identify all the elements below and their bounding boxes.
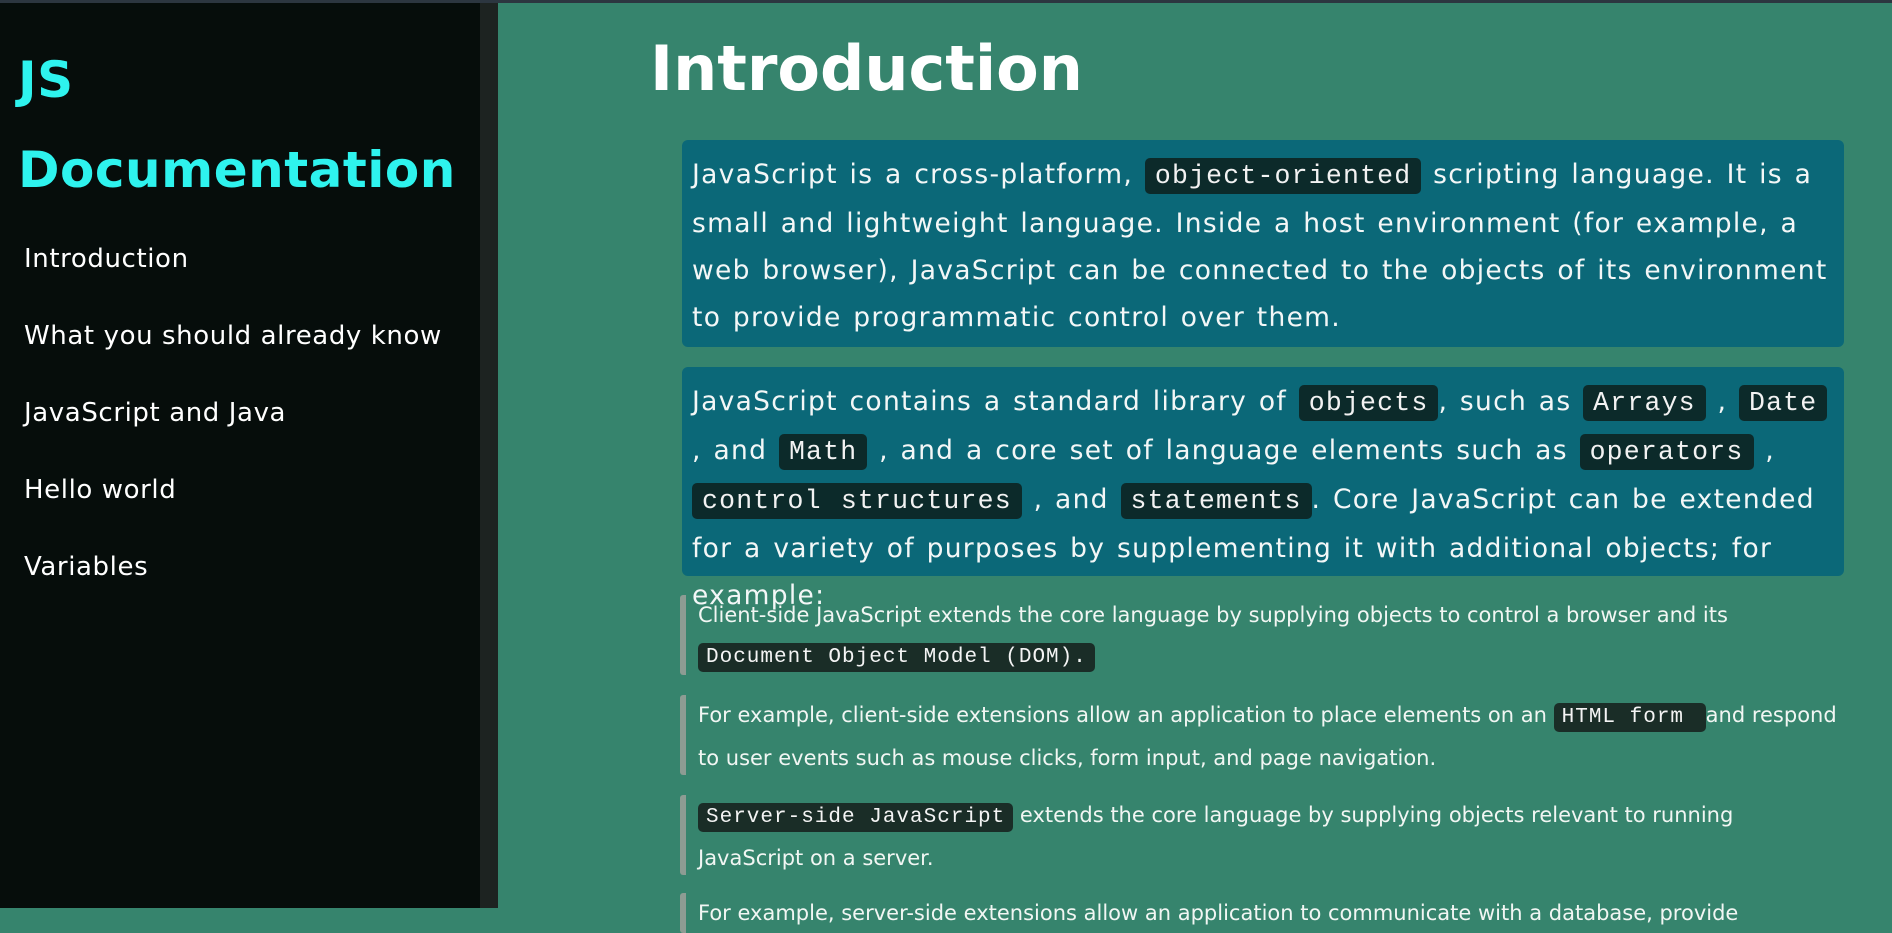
intro-paragraph-1: JavaScript is a cross-platform, object-o… xyxy=(682,140,1844,347)
text: For example, server-side extensions allo… xyxy=(698,901,1739,925)
text: , and xyxy=(692,435,779,466)
text: JavaScript is a cross-platform, xyxy=(692,159,1145,190)
text: , and a core set of language elements su… xyxy=(867,435,1580,466)
code-statements: statements xyxy=(1120,483,1312,519)
code-arrays: Arrays xyxy=(1583,385,1706,421)
nav-link-hello-world[interactable]: Hello world xyxy=(0,452,480,529)
note-client-side: Client-side JavaScript extends the core … xyxy=(680,595,1844,675)
text: , xyxy=(1705,386,1739,417)
code-dom: Document Object Model (DOM). xyxy=(698,643,1095,672)
code-object-oriented: object-oriented xyxy=(1144,158,1422,194)
text: , such as xyxy=(1438,386,1584,417)
text: JavaScript contains a standard library o… xyxy=(692,386,1299,417)
text: For example, client-side extensions allo… xyxy=(698,703,1554,727)
intro-paragraph-2: JavaScript contains a standard library o… xyxy=(682,367,1844,611)
nav-link-introduction[interactable]: Introduction xyxy=(0,221,480,298)
text: , and xyxy=(1021,484,1121,515)
site-logo: JS Documentation xyxy=(18,35,478,215)
section-title: Introduction xyxy=(650,32,1083,105)
nav-list: Introduction What you should already kno… xyxy=(0,221,480,606)
main-doc: Introduction JavaScript is a cross-platf… xyxy=(498,3,1892,933)
nav-link-javascript-and-java[interactable]: JavaScript and Java xyxy=(0,375,480,452)
logo-line-2: Documentation xyxy=(18,141,456,199)
note-server-side-example: For example, server-side extensions allo… xyxy=(680,893,1844,933)
code-date: Date xyxy=(1738,385,1828,421)
nav-link-variables[interactable]: Variables xyxy=(0,529,480,606)
code-objects: objects xyxy=(1298,385,1439,421)
code-control-structures: control structures xyxy=(692,483,1022,519)
text: Client-side JavaScript extends the core … xyxy=(698,603,1728,627)
logo-line-1: JS xyxy=(18,51,74,109)
sidebar-scrollbar[interactable] xyxy=(480,3,498,908)
code-server-side-javascript: Server-side JavaScript xyxy=(698,803,1014,832)
code-operators: operators xyxy=(1579,434,1754,470)
note-client-side-example: For example, client-side extensions allo… xyxy=(680,695,1844,775)
nav-link-what-you-should-already-know[interactable]: What you should already know xyxy=(0,298,480,375)
code-math: Math xyxy=(778,434,868,470)
text: , xyxy=(1753,435,1775,466)
code-html-form: HTML form xyxy=(1553,703,1706,732)
navbar: JS Documentation Introduction What you s… xyxy=(0,3,480,908)
note-server-side: Server-side JavaScript extends the core … xyxy=(680,795,1844,875)
